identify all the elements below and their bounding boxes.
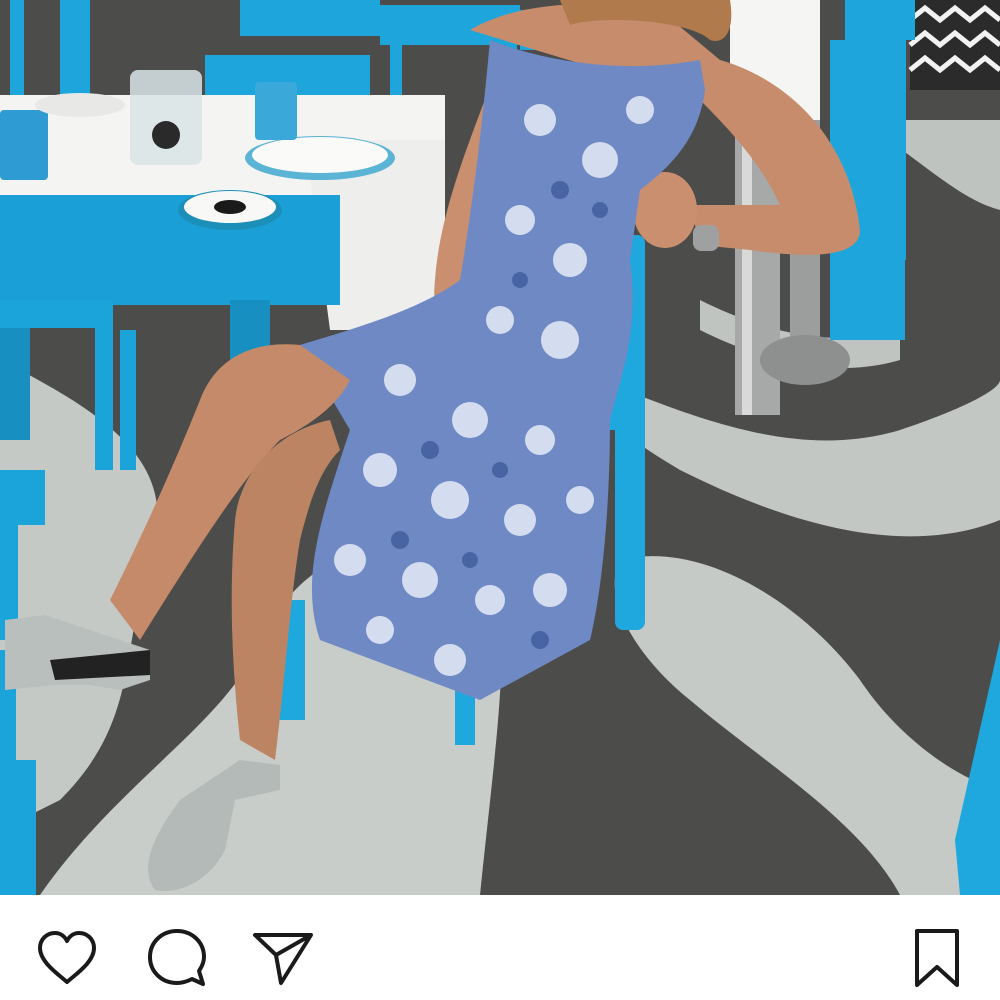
photo-illustration [0,0,1000,895]
post-action-bar [0,895,1000,1000]
comment-button[interactable] [142,923,212,993]
bookmark-icon [911,927,963,989]
instagram-post [0,0,1000,1000]
comment-bubble-icon [146,927,208,989]
heart-icon [36,930,98,986]
save-button[interactable] [902,923,972,993]
post-photo[interactable] [0,0,1000,895]
like-button[interactable] [32,923,102,993]
paper-plane-icon [251,929,315,987]
share-button[interactable] [248,923,318,993]
